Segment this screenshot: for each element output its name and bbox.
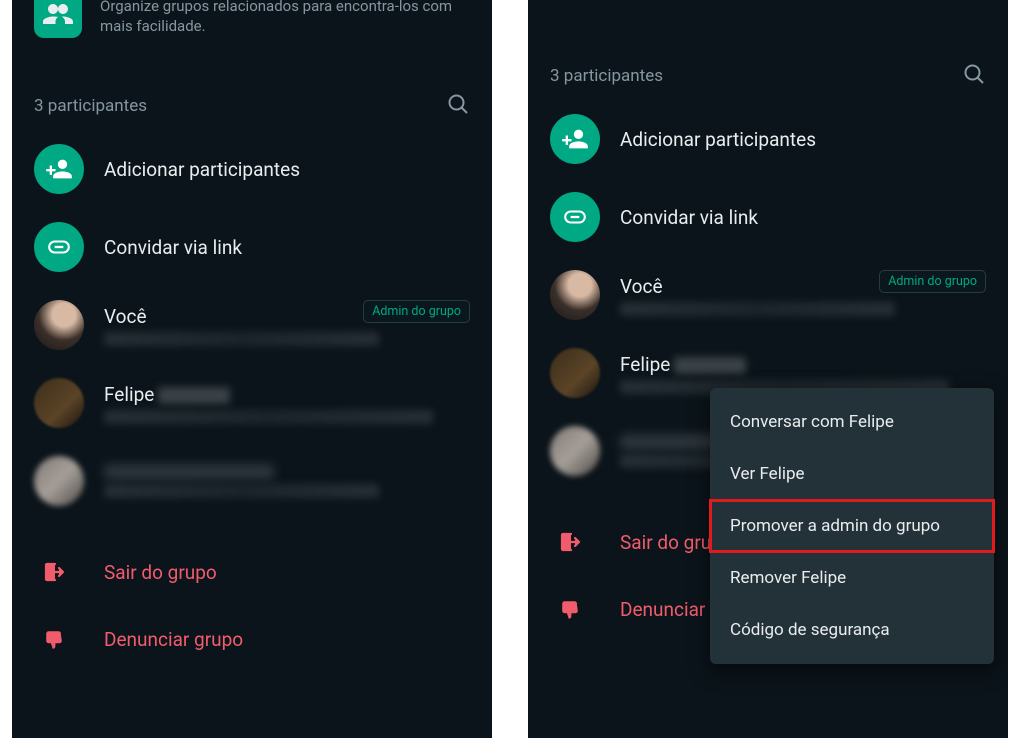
participant-name: Felipe: [620, 353, 986, 376]
search-icon[interactable]: [446, 92, 470, 120]
participant-context-menu: Conversar com Felipe Ver Felipe Promover…: [710, 388, 994, 664]
avatar: [34, 456, 84, 506]
admin-badge: Admin do grupo: [363, 300, 470, 323]
menu-item-security-code[interactable]: Código de segurança: [710, 604, 994, 656]
menu-item-promote-admin[interactable]: Promover a admin do grupo: [710, 500, 994, 552]
admin-badge: Admin do grupo: [879, 270, 986, 293]
community-icon: [34, 0, 82, 38]
participant-name-blurred: [104, 464, 274, 480]
screenshot-left: Organize grupos relacionados para encont…: [12, 0, 492, 738]
blurred-surname: [674, 357, 746, 374]
avatar: [550, 348, 600, 398]
community-banner-text: Organize grupos relacionados para encont…: [100, 0, 470, 36]
participant-row-you[interactable]: Você Admin do grupo: [12, 286, 492, 364]
link-icon: [550, 192, 600, 242]
add-participants-label: Adicionar participantes: [620, 128, 986, 151]
leave-group-label: Sair do gru: [620, 531, 711, 554]
participants-count: 3 participantes: [34, 96, 147, 116]
invite-link-label: Convidar via link: [104, 236, 470, 259]
blurred-surname: [158, 387, 230, 404]
add-participants-label: Adicionar participantes: [104, 158, 470, 181]
report-group-label: Denunciar g: [620, 598, 721, 621]
menu-item-remove[interactable]: Remover Felipe: [710, 552, 994, 604]
avatar: [34, 300, 84, 350]
link-icon: [34, 222, 84, 272]
participant-status-blurred: [104, 332, 379, 346]
menu-item-view[interactable]: Ver Felipe: [710, 448, 994, 500]
participant-name: Felipe: [104, 383, 470, 406]
exit-icon: [40, 560, 68, 584]
search-icon[interactable]: [962, 62, 986, 90]
add-participants-row[interactable]: Adicionar participantes: [12, 130, 492, 208]
participants-header-row: 3 participantes: [528, 48, 1008, 100]
thumbs-down-icon: [40, 629, 68, 651]
participant-row-felipe[interactable]: Felipe: [12, 364, 492, 442]
exit-icon: [556, 530, 584, 554]
participant-status-blurred: [104, 410, 433, 424]
invite-link-label: Convidar via link: [620, 206, 986, 229]
leave-group-row[interactable]: Sair do grupo: [12, 538, 492, 606]
add-person-icon: [550, 114, 600, 164]
invite-link-row[interactable]: Convidar via link: [528, 178, 1008, 256]
leave-group-label: Sair do grupo: [104, 561, 217, 584]
thumbs-down-icon: [556, 599, 584, 621]
participant-status-blurred: [620, 302, 895, 316]
screenshot-right: 3 participantes Adicionar participantes …: [528, 0, 1008, 738]
avatar: [34, 378, 84, 428]
add-person-icon: [34, 144, 84, 194]
report-group-label: Denunciar grupo: [104, 628, 243, 651]
avatar: [550, 426, 600, 476]
community-banner[interactable]: Organize grupos relacionados para encont…: [12, 0, 492, 66]
invite-link-row[interactable]: Convidar via link: [12, 208, 492, 286]
participant-row-you[interactable]: Você Admin do grupo: [528, 256, 1008, 334]
menu-item-message[interactable]: Conversar com Felipe: [710, 396, 994, 448]
add-participants-row[interactable]: Adicionar participantes: [528, 100, 1008, 178]
participant-row-3[interactable]: [12, 442, 492, 520]
participants-count: 3 participantes: [550, 66, 663, 86]
avatar: [550, 270, 600, 320]
participants-header-row: 3 participantes: [12, 66, 492, 130]
report-group-row[interactable]: Denunciar grupo: [12, 606, 492, 673]
participant-status-blurred: [104, 484, 379, 498]
